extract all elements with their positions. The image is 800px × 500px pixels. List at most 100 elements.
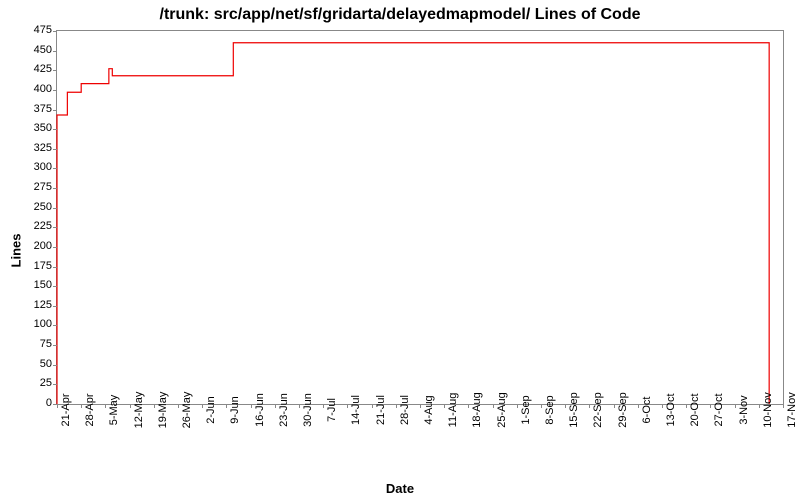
x-tick [710,404,711,408]
x-tick-label: 18-Aug [471,392,483,427]
x-tick [275,404,276,408]
y-tick [53,51,57,52]
x-tick-label: 20-Oct [689,393,701,426]
y-tick-label: 275 [12,181,52,193]
x-tick [493,404,494,408]
chart-container: /trunk: src/app/net/sf/gridarta/delayedm… [0,0,800,500]
x-tick-label: 28-Apr [84,393,96,426]
x-tick-label: 16-Jun [254,393,266,427]
y-tick [53,286,57,287]
y-tick [53,325,57,326]
x-tick [662,404,663,408]
x-tick [299,404,300,408]
x-tick-label: 2-Jun [205,396,217,424]
x-tick [589,404,590,408]
x-tick [202,404,203,408]
y-tick-label: 225 [12,220,52,232]
x-tick-label: 26-May [181,392,193,429]
x-tick [372,404,373,408]
x-tick [251,404,252,408]
x-tick-label: 11-Aug [447,393,459,428]
y-tick-label: 175 [12,260,52,272]
x-tick [517,404,518,408]
y-tick-label: 300 [12,161,52,173]
chart-title: /trunk: src/app/net/sf/gridarta/delayedm… [0,6,800,24]
y-tick-label: 375 [12,103,52,115]
y-tick [53,149,57,150]
x-tick [541,404,542,408]
y-tick-label: 425 [12,63,52,75]
y-tick-label: 75 [12,338,52,350]
x-tick [565,404,566,408]
x-tick-label: 12-May [133,392,145,429]
x-tick-label: 25-Aug [496,392,508,427]
y-tick-label: 400 [12,83,52,95]
x-tick-label: 6-Oct [641,397,653,424]
y-tick-label: 50 [12,358,52,370]
x-tick-label: 10-Nov [762,392,774,427]
y-tick [53,188,57,189]
x-tick-label: 28-Jul [399,395,411,425]
x-tick-label: 22-Sep [592,392,604,427]
x-tick-label: 14-Jul [350,395,362,425]
x-axis-label: Date [0,481,800,496]
x-tick-label: 27-Oct [713,393,725,426]
x-tick-label: 1-Sep [520,395,532,424]
x-tick-label: 3-Nov [738,395,750,424]
x-tick [444,404,445,408]
y-tick-label: 0 [12,397,52,409]
x-tick-label: 21-Jul [375,395,387,425]
x-tick-label: 9-Jun [229,396,241,424]
x-tick [468,404,469,408]
x-tick [735,404,736,408]
y-tick [53,129,57,130]
x-tick [638,404,639,408]
y-tick-label: 475 [12,24,52,36]
x-tick [783,404,784,408]
x-tick-label: 13-Oct [665,393,677,426]
y-tick [53,267,57,268]
y-tick [53,90,57,91]
data-line [57,31,783,404]
y-tick-label: 150 [12,279,52,291]
y-tick [53,306,57,307]
x-tick [323,404,324,408]
x-tick [347,404,348,408]
x-tick-label: 19-May [157,392,169,429]
plot-area [56,30,784,405]
y-tick-label: 125 [12,299,52,311]
y-tick-label: 325 [12,142,52,154]
y-tick [53,31,57,32]
y-tick [53,247,57,248]
y-tick-label: 100 [12,318,52,330]
y-tick [53,384,57,385]
x-tick [154,404,155,408]
y-tick [53,168,57,169]
x-tick-label: 15-Sep [568,392,580,427]
x-tick-label: 7-Jul [326,398,338,422]
y-tick [53,345,57,346]
y-tick [53,110,57,111]
y-tick [53,70,57,71]
y-tick [53,365,57,366]
y-tick [53,208,57,209]
x-tick-label: 8-Sep [544,395,556,424]
y-tick-label: 250 [12,201,52,213]
y-tick-label: 450 [12,44,52,56]
x-tick [420,404,421,408]
y-tick [53,227,57,228]
y-tick-label: 200 [12,240,52,252]
x-tick [759,404,760,408]
y-tick-label: 25 [12,377,52,389]
x-tick-label: 4-Aug [423,395,435,424]
y-tick-label: 350 [12,122,52,134]
x-tick-label: 5-May [108,395,120,426]
x-tick [105,404,106,408]
x-tick [396,404,397,408]
x-tick-label: 21-Apr [60,393,72,426]
x-tick [614,404,615,408]
x-tick [81,404,82,408]
x-tick [57,404,58,408]
x-tick [226,404,227,408]
x-tick-label: 30-Jun [302,393,314,427]
